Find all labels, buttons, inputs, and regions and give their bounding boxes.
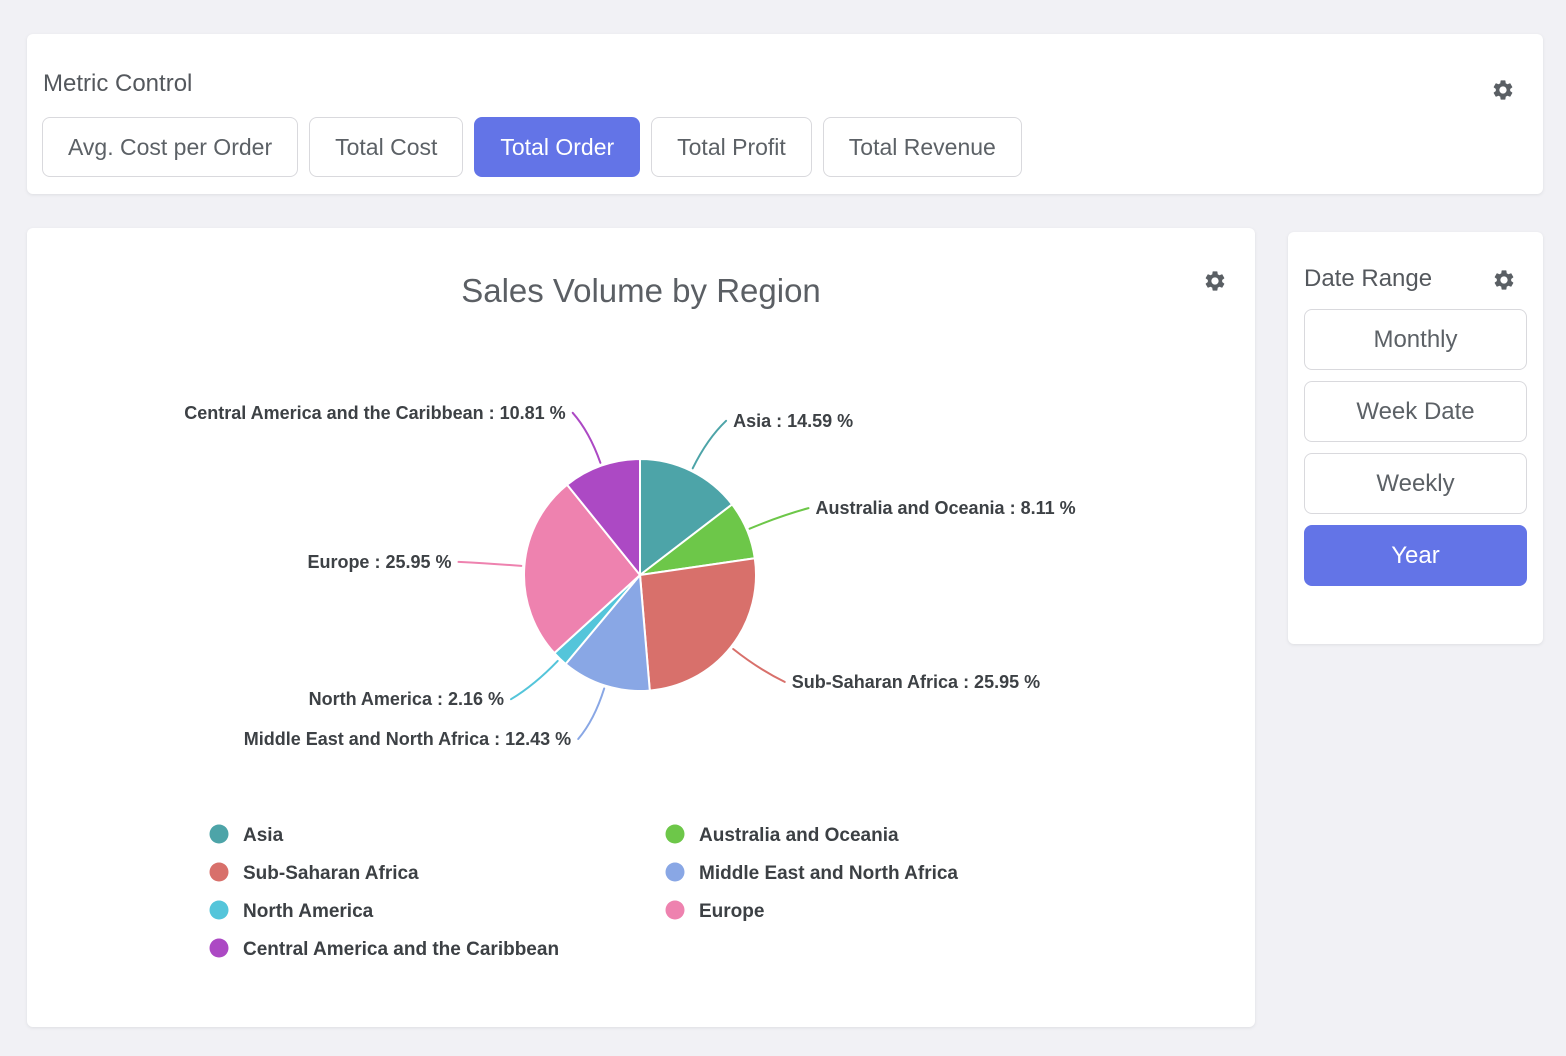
legend-item-australia-and-oceania[interactable]: Australia and Oceania bbox=[666, 825, 900, 847]
metric-button-group: Avg. Cost per OrderTotal CostTotal Order… bbox=[42, 117, 1022, 177]
metric-button-total-revenue[interactable]: Total Revenue bbox=[823, 117, 1022, 177]
pie-label-europe: Europe : 25.95 % bbox=[307, 552, 451, 572]
pie-slice-sub-saharan-africa[interactable] bbox=[640, 558, 756, 690]
gear-icon bbox=[1491, 78, 1515, 102]
legend-label: Sub-Saharan Africa bbox=[243, 863, 419, 884]
legend-item-central-america-and-the-caribbean[interactable]: Central America and the Caribbean bbox=[210, 939, 560, 961]
gear-icon bbox=[1492, 268, 1516, 292]
pie-label-asia: Asia : 14.59 % bbox=[733, 411, 853, 431]
pie-label-middle-east-and-north-africa: Middle East and North Africa : 12.43 % bbox=[244, 729, 571, 749]
legend-label: Middle East and North Africa bbox=[699, 863, 958, 884]
legend-marker-icon bbox=[666, 863, 685, 882]
legend-label: Europe bbox=[699, 901, 764, 922]
legend-item-europe[interactable]: Europe bbox=[666, 901, 765, 923]
sales-volume-chart-card: Sales Volume by Region Asia : 14.59 %Aus… bbox=[27, 228, 1255, 1027]
pie-label-line-asia bbox=[693, 421, 726, 469]
date-range-button-week-date[interactable]: Week Date bbox=[1304, 381, 1527, 442]
legend-label: North America bbox=[243, 901, 374, 922]
pie-label-line-sub-saharan-africa bbox=[733, 649, 785, 682]
legend-marker-icon bbox=[210, 939, 229, 958]
pie-label-line-central-america-and-the-caribbean bbox=[573, 413, 601, 463]
pie-label-line-australia-and-oceania bbox=[750, 508, 809, 529]
date-range-button-monthly[interactable]: Monthly bbox=[1304, 309, 1527, 370]
legend-item-asia[interactable]: Asia bbox=[210, 825, 284, 847]
legend-label: Australia and Oceania bbox=[699, 825, 899, 846]
date-range-button-year[interactable]: Year bbox=[1304, 525, 1527, 586]
legend-marker-icon bbox=[210, 901, 229, 920]
metric-button-total-order[interactable]: Total Order bbox=[474, 117, 640, 177]
pie-label-central-america-and-the-caribbean: Central America and the Caribbean : 10.8… bbox=[184, 403, 565, 423]
date-range-button-weekly[interactable]: Weekly bbox=[1304, 453, 1527, 514]
date-range-settings-gear-icon[interactable] bbox=[1492, 268, 1516, 292]
dashboard-page: Metric Control Avg. Cost per OrderTotal … bbox=[0, 0, 1566, 1056]
pie-label-line-europe bbox=[459, 562, 522, 566]
pie-label-australia-and-oceania: Australia and Oceania : 8.11 % bbox=[816, 498, 1076, 518]
pie-label-line-north-america bbox=[511, 661, 558, 699]
pie-label-line-middle-east-and-north-africa bbox=[578, 689, 604, 740]
legend-item-middle-east-and-north-africa[interactable]: Middle East and North Africa bbox=[666, 863, 959, 885]
metric-control-title: Metric Control bbox=[43, 70, 192, 98]
metric-button-total-cost[interactable]: Total Cost bbox=[309, 117, 463, 177]
legend-marker-icon bbox=[210, 825, 229, 844]
legend-item-sub-saharan-africa[interactable]: Sub-Saharan Africa bbox=[210, 863, 420, 885]
date-range-card: Date Range Monthly Week Date Weekly Year bbox=[1288, 232, 1543, 644]
legend-marker-icon bbox=[666, 825, 685, 844]
metric-button-avg-cost-per-order[interactable]: Avg. Cost per Order bbox=[42, 117, 298, 177]
legend-label: Central America and the Caribbean bbox=[243, 939, 559, 960]
metric-control-settings-gear-icon[interactable] bbox=[1491, 78, 1515, 102]
legend-item-north-america[interactable]: North America bbox=[210, 901, 374, 923]
legend-label: Asia bbox=[243, 825, 284, 846]
date-range-button-group: Monthly Week Date Weekly Year bbox=[1304, 309, 1527, 586]
pie-label-sub-saharan-africa: Sub-Saharan Africa : 25.95 % bbox=[792, 672, 1040, 692]
legend-marker-icon bbox=[666, 901, 685, 920]
pie-chart: Asia : 14.59 % Australia and Oceania : 8.… bbox=[27, 228, 1255, 1027]
legend-marker-icon bbox=[210, 863, 229, 882]
pie-label-north-america: North America : 2.16 % bbox=[309, 689, 504, 709]
date-range-title: Date Range bbox=[1304, 265, 1432, 293]
metric-button-total-profit[interactable]: Total Profit bbox=[651, 117, 812, 177]
metric-control-card: Metric Control Avg. Cost per OrderTotal … bbox=[27, 34, 1543, 194]
